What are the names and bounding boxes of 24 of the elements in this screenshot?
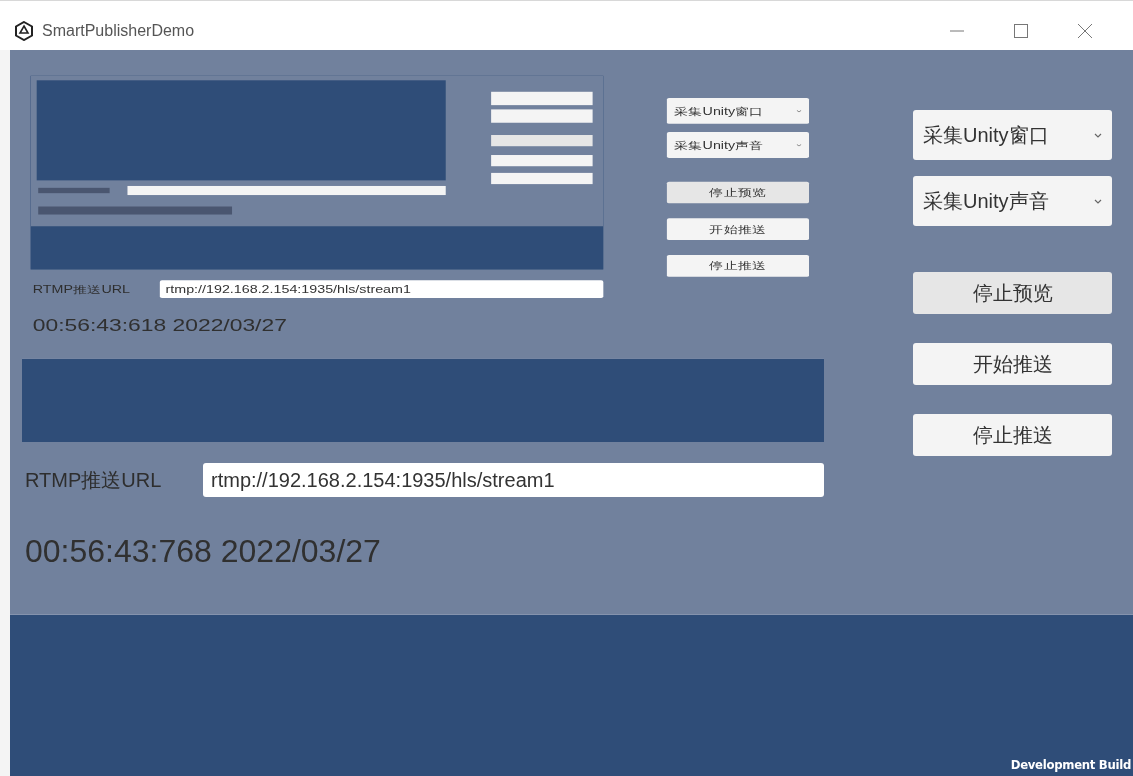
timestamp-text: 00:56:43:618 2022/03/27 — [31, 316, 288, 336]
build-label: Development Build — [1010, 757, 1131, 772]
url-field[interactable]: rtmp://192.168.2.154:1935/hls/stream1 — [159, 280, 604, 298]
action-button[interactable]: 停止推送 — [666, 255, 809, 277]
source-dropdown[interactable]: 采集Unity窗口 — [913, 110, 1112, 160]
action-button[interactable]: 停止预览 — [666, 181, 809, 204]
source-dropdown[interactable]: 采集Unity声音 — [666, 132, 809, 158]
url-label: RTMP推送URL — [24, 467, 163, 493]
source-dropdown[interactable]: 采集Unity窗口 — [666, 98, 809, 124]
maximize-icon — [1014, 23, 1028, 38]
action-button[interactable]: 开始推送 — [666, 218, 809, 241]
close-icon — [1078, 23, 1092, 38]
action-button[interactable]: 开始推送 — [913, 343, 1112, 385]
timestamp-text: 00:56:43:768 2022/03/27 — [24, 533, 382, 570]
action-button[interactable]: 停止推送 — [913, 414, 1112, 456]
caret-icon — [1094, 198, 1102, 204]
minimize-icon — [950, 29, 964, 32]
action-button[interactable]: 停止预览 — [913, 272, 1112, 314]
app-logo-icon — [14, 20, 34, 41]
url-field[interactable]: rtmp://192.168.2.154:1935/hls/stream1 — [203, 463, 824, 497]
url-label: RTMP推送URL — [31, 282, 132, 297]
caret-icon — [1094, 132, 1102, 138]
window-title: SmartPublisherDemo — [42, 21, 196, 40]
source-dropdown[interactable]: 采集Unity声音 — [913, 176, 1112, 226]
